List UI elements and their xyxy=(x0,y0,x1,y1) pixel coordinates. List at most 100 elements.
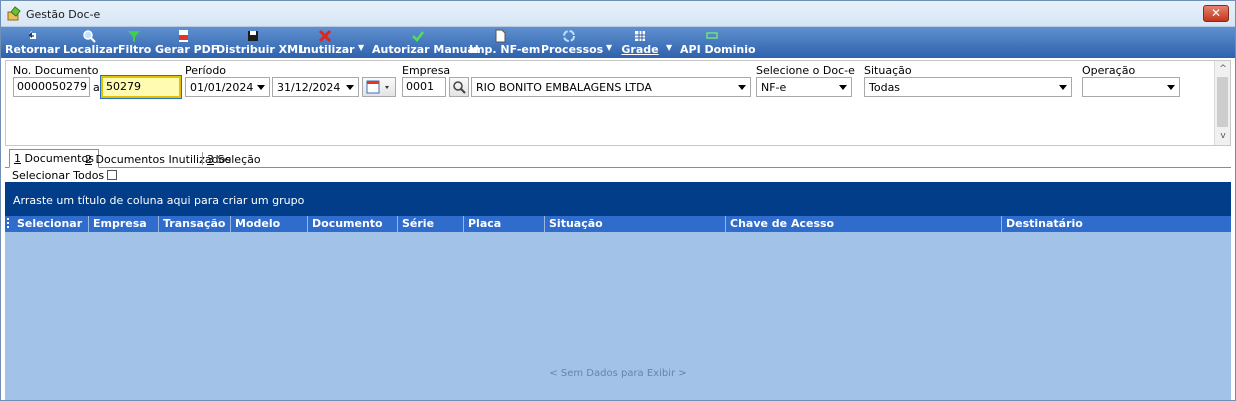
date-to-value: 31/12/2024 xyxy=(277,81,341,94)
column-header-label: Selecionar xyxy=(17,217,83,230)
tab-strip: 1 Documentos 2 Documentos Inutilizados 3… xyxy=(5,149,1231,168)
periodo-label: Período xyxy=(185,64,227,77)
api-dominio-label: API Dominio xyxy=(680,43,756,56)
group-by-hint: Arraste um título de coluna aqui para cr… xyxy=(13,194,305,207)
api-dominio-button[interactable]: API Dominio xyxy=(680,27,756,58)
inutilizar-button[interactable]: Inutilizar xyxy=(299,27,355,58)
situacao-value: Todas xyxy=(869,81,901,94)
tab-selecao[interactable]: 3 Seleção xyxy=(203,151,265,168)
column-header-empresa[interactable]: Empresa xyxy=(89,216,159,232)
group-by-panel[interactable]: Arraste um título de coluna aqui para cr… xyxy=(5,182,1231,216)
title-bar: Gestão Doc-e ✕ xyxy=(1,1,1235,27)
gerar-pdf-button[interactable]: Gerar PDF xyxy=(155,27,219,58)
date-from-value: 01/01/2024 xyxy=(190,81,254,94)
date-from-picker[interactable]: 01/01/2024 xyxy=(185,77,270,97)
save-icon xyxy=(248,31,258,41)
grade-label: Grade xyxy=(621,43,659,56)
grid-body[interactable]: < Sem Dados para Exibir > xyxy=(5,232,1231,400)
doce-label: Selecione o Doc-e xyxy=(756,64,855,77)
column-header-chave-acesso[interactable]: Chave de Acesso xyxy=(726,216,1002,232)
retornar-button[interactable]: Retornar xyxy=(5,27,60,58)
pdf-icon xyxy=(179,30,188,42)
filter-scrollbar[interactable]: ^ v xyxy=(1214,61,1230,145)
processos-button[interactable]: Processos xyxy=(541,27,604,58)
calendar-button[interactable] xyxy=(362,77,396,97)
tab-inutilizados-key: 2 xyxy=(85,153,92,166)
no-documento-label: No. Documento xyxy=(13,64,99,77)
autorizar-manual-label: Autorizar Manual xyxy=(372,43,479,56)
column-header-serie[interactable]: Série xyxy=(398,216,464,232)
empresa-search-button[interactable] xyxy=(449,77,469,97)
refresh-icon xyxy=(563,30,575,42)
distribuir-xml-label: Distribuir XML xyxy=(216,43,306,56)
chevron-down-icon xyxy=(738,85,746,90)
processos-dropdown-icon[interactable]: ▼ xyxy=(606,43,614,52)
filtro-label: Filtro xyxy=(118,43,152,56)
range-separator: a xyxy=(93,81,100,94)
doc-from-input[interactable]: 0000050279 xyxy=(13,77,90,97)
chevron-down-icon xyxy=(839,85,847,90)
doce-value: NF-e xyxy=(761,81,787,94)
operacao-select[interactable] xyxy=(1082,77,1180,97)
column-header-situacao[interactable]: Situação xyxy=(545,216,726,232)
column-menu-icon[interactable] xyxy=(7,218,13,228)
return-icon xyxy=(28,31,36,39)
empresa-label: Empresa xyxy=(402,64,451,77)
filter-icon xyxy=(128,31,140,42)
grade-dropdown-icon[interactable]: ▼ xyxy=(666,43,674,52)
empty-grid-message: < Sem Dados para Exibir > xyxy=(549,368,687,379)
tab-selecao-key: 3 xyxy=(207,153,214,166)
app-icon xyxy=(7,6,21,21)
distribuir-xml-button[interactable]: Distribuir XML xyxy=(216,27,306,58)
chevron-down-icon xyxy=(1059,85,1067,90)
operacao-label: Operação xyxy=(1082,64,1136,77)
empresa-name-value: RIO BONITO EMBALAGENS LTDA xyxy=(476,81,652,94)
empresa-select[interactable]: RIO BONITO EMBALAGENS LTDA xyxy=(471,77,751,97)
tab-selecao-label: Seleção xyxy=(214,153,261,166)
column-header-selecionar[interactable]: Selecionar xyxy=(5,216,89,232)
column-header-documento[interactable]: Documento xyxy=(308,216,398,232)
search-icon xyxy=(453,81,466,94)
column-header-modelo[interactable]: Modelo xyxy=(231,216,308,232)
select-all-toggle[interactable]: Selecionar Todos xyxy=(12,169,118,182)
processos-label: Processos xyxy=(541,43,604,56)
scroll-down-icon[interactable]: v xyxy=(1218,131,1228,141)
chevron-down-icon xyxy=(1167,85,1175,90)
doce-select[interactable]: NF-e xyxy=(756,77,852,97)
situacao-label: Situação xyxy=(864,64,912,77)
search-icon xyxy=(83,30,96,43)
window-title: Gestão Doc-e xyxy=(26,8,101,21)
tab-documentos-key: 1 xyxy=(14,152,21,165)
column-header-placa[interactable]: Placa xyxy=(464,216,545,232)
check-icon xyxy=(412,31,424,42)
scroll-up-icon[interactable]: ^ xyxy=(1218,64,1228,74)
filtro-button[interactable]: Filtro xyxy=(118,27,152,58)
toolbar: Retornar Localizar Filtro Gerar PDF Dist… xyxy=(1,27,1235,58)
grade-button[interactable]: Grade xyxy=(621,27,659,58)
autorizar-manual-button[interactable]: Autorizar Manual xyxy=(372,27,479,58)
localizar-button[interactable]: Localizar xyxy=(63,27,119,58)
calendar-icon xyxy=(366,80,389,94)
chevron-down-icon xyxy=(257,85,265,90)
grid-icon xyxy=(635,31,645,41)
column-header-destinatario[interactable]: Destinatário xyxy=(1002,216,1231,232)
chevron-down-icon xyxy=(346,85,354,90)
select-all-checkbox[interactable] xyxy=(107,170,118,180)
api-icon xyxy=(706,32,718,39)
gestao-doce-window: Gestão Doc-e ✕ Retornar Localizar Filtro… xyxy=(0,0,1236,401)
inutilizar-label: Inutilizar xyxy=(299,43,355,56)
localizar-label: Localizar xyxy=(63,43,119,56)
date-to-picker[interactable]: 31/12/2024 xyxy=(272,77,359,97)
close-button[interactable]: ✕ xyxy=(1203,5,1229,22)
doc-to-input[interactable]: 50279 xyxy=(100,75,182,99)
imp-nfem-button[interactable]: Imp. NF-em xyxy=(469,27,541,58)
empresa-code-input[interactable]: 0001 xyxy=(402,77,446,97)
inutilizar-dropdown-icon[interactable]: ▼ xyxy=(358,43,366,52)
grid-header: Selecionar Empresa Transação Modelo Docu… xyxy=(5,216,1231,232)
gerar-pdf-label: Gerar PDF xyxy=(155,43,219,56)
situacao-select[interactable]: Todas xyxy=(864,77,1072,97)
scrollbar-thumb[interactable] xyxy=(1217,77,1228,127)
column-header-transacao[interactable]: Transação xyxy=(159,216,231,232)
select-all-label: Selecionar Todos xyxy=(12,169,105,182)
imp-nfem-label: Imp. NF-em xyxy=(469,43,541,56)
